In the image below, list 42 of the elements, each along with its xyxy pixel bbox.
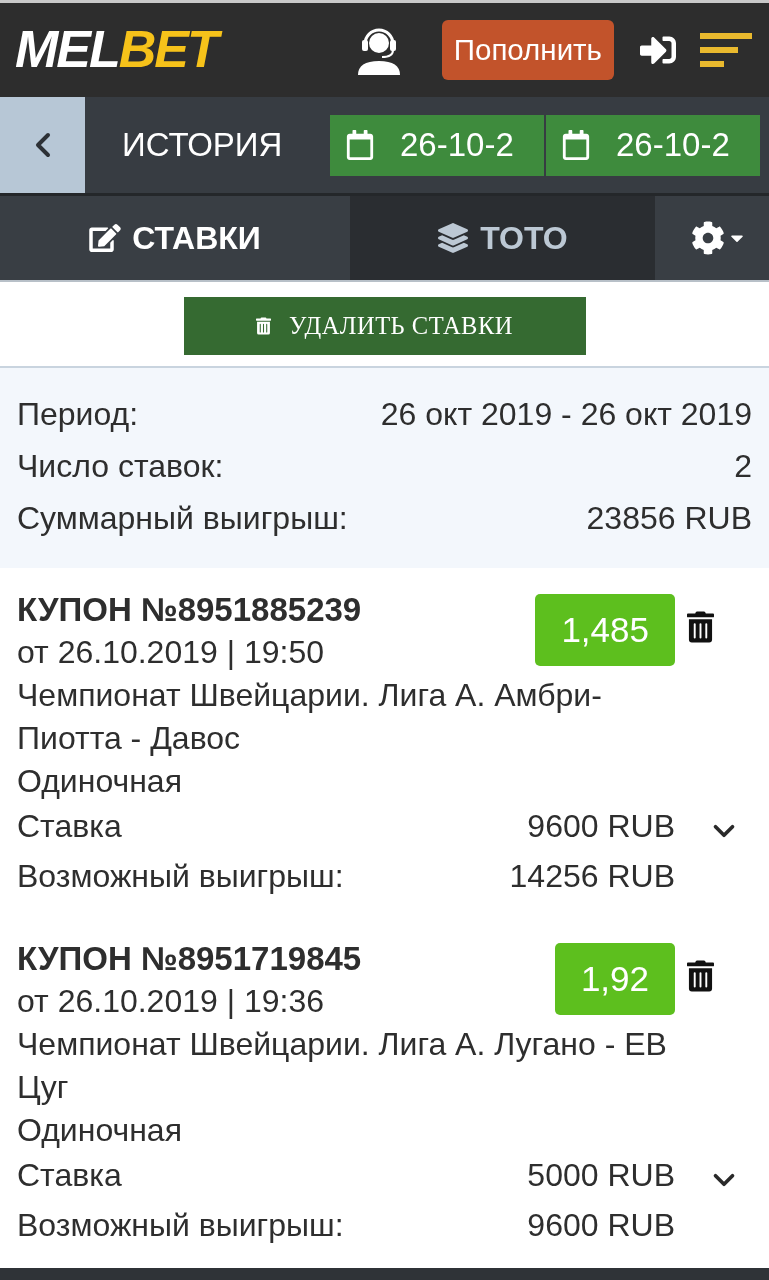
summary-label: Период: <box>17 395 139 433</box>
bet-label: Возможный выигрыш: <box>17 1206 345 1245</box>
trash-icon[interactable] <box>687 611 714 643</box>
coupon-title: КУПОН №8951719845 <box>17 939 363 979</box>
summary-value: 26 окт 2019 - 26 окт 2019 <box>380 395 752 433</box>
odds-badge: 1,92 <box>554 943 675 1015</box>
delete-bets-button[interactable]: УДАЛИТЬ СТАВКИ <box>183 297 586 355</box>
event-name: Чемпионат Швейцарии. Лига А. Амбри-Пиотта - Давос <box>17 676 603 758</box>
summary-value: 2 <box>734 447 752 485</box>
date-field[interactable]: 26-10-2 <box>546 114 760 176</box>
tab[interactable]: ТОТО <box>350 196 655 280</box>
bet-label: Возможный выигрыш: <box>17 857 345 896</box>
bet-amount: 9600 RUB <box>526 807 675 846</box>
logo[interactable]: MELBET <box>12 17 227 81</box>
deposit-button[interactable]: Пополнить <box>441 20 614 80</box>
bet-amount: 5000 RUB <box>527 1156 675 1195</box>
bet-label: Ставка <box>17 1156 123 1195</box>
settings-button[interactable] <box>655 196 769 280</box>
event-name: Чемпионат Швейцарии. Лига А. Лугано - ЕВ Цуг <box>17 1025 668 1107</box>
bet-type: Одиночная <box>17 1111 183 1150</box>
tab[interactable]: СТАВКИ <box>0 196 350 280</box>
trash-icon[interactable] <box>687 960 714 992</box>
layers-icon <box>437 223 470 253</box>
summary-label: Число ставок: <box>17 447 224 485</box>
bet-label: Ставка <box>17 807 123 846</box>
edit-icon <box>89 224 122 252</box>
date-field[interactable]: 26-10-2 <box>330 114 544 176</box>
coupon-date: от 26.10.2019 | 19:50 <box>17 633 325 672</box>
settings-icon <box>691 221 725 255</box>
bet-type: Одиночная <box>17 762 183 801</box>
summary-label: Суммарный выигрыш: <box>17 499 348 537</box>
summary-value: 23856 RUB <box>586 499 752 537</box>
bet-amount: 14256 RUB <box>509 857 675 896</box>
odds-badge: 1,485 <box>535 594 675 666</box>
coupon-date: от 26.10.2019 | 19:36 <box>17 982 325 1021</box>
menu-icon[interactable] <box>700 33 752 67</box>
trash-icon <box>256 317 272 335</box>
calendar-icon <box>346 130 374 160</box>
page-title: ИСТОРИЯ <box>122 126 284 164</box>
coupon-title: КУПОН №8951885239 <box>17 590 363 630</box>
calendar-icon <box>562 130 590 160</box>
bet-amount: 9600 RUB <box>527 1206 675 1245</box>
